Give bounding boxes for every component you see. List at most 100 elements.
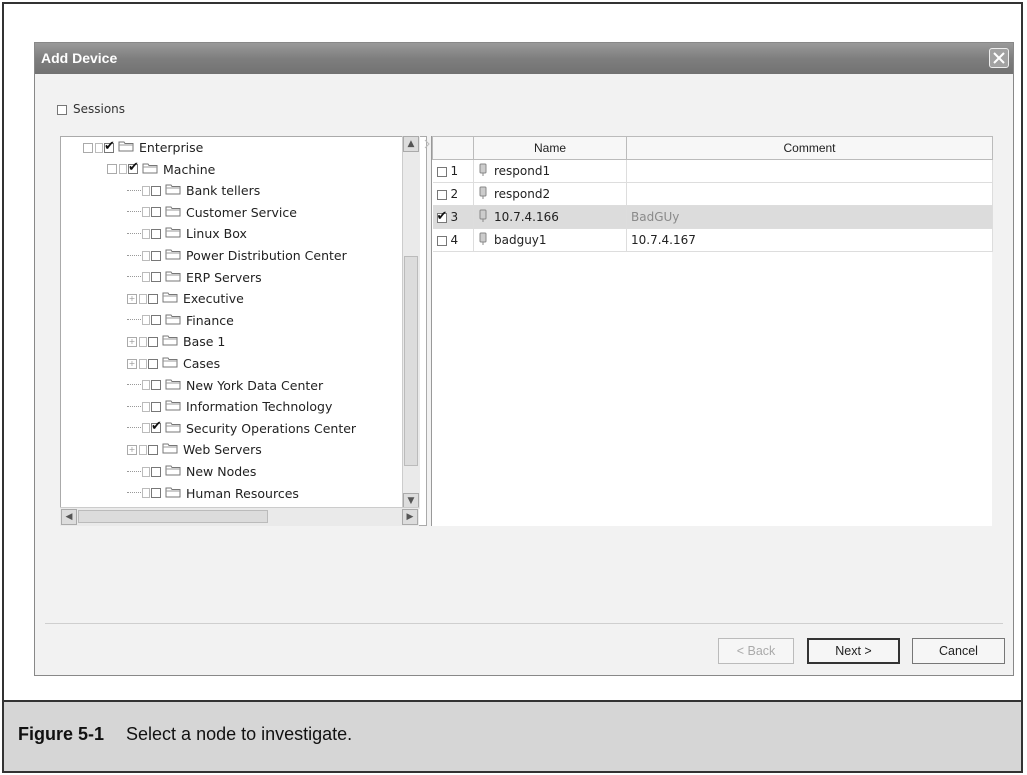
tree-item-checkbox[interactable]: ✔ [151, 420, 162, 434]
scroll-up-button[interactable]: ▲ [403, 136, 419, 152]
tree-state-icon [142, 401, 150, 412]
tree-item-checkbox[interactable]: ✔ [104, 140, 115, 153]
title-bar[interactable]: Add Device [35, 43, 1013, 74]
device-name: respond2 [494, 186, 551, 201]
tree-item[interactable]: Bank tellers [127, 180, 260, 201]
tree-item-checkbox[interactable] [148, 293, 158, 304]
expand-toggle-icon[interactable]: + [127, 444, 137, 455]
scroll-left-button[interactable]: ◀ [61, 509, 77, 525]
tree-item-label: Customer Service [186, 204, 297, 220]
grid-header-comment[interactable]: Comment [626, 136, 993, 160]
comment-cell[interactable] [626, 159, 993, 183]
tree-item-checkbox[interactable] [151, 228, 161, 239]
tree-connector [127, 319, 141, 321]
tree-item[interactable]: Human Resources [127, 483, 299, 504]
folder-icon [165, 183, 181, 198]
row-checkbox[interactable] [436, 235, 447, 246]
device-name: 10.7.4.166 [494, 209, 559, 224]
expand-toggle-icon[interactable]: + [127, 336, 137, 347]
tree-state-icon [142, 207, 150, 218]
tree-hscroll-thumb[interactable] [78, 510, 268, 523]
tree-item[interactable]: Finance [127, 310, 234, 331]
tree-item-checkbox[interactable] [151, 207, 161, 218]
scroll-right-button[interactable]: ▶ [402, 509, 418, 525]
tree-item-checkbox[interactable] [151, 315, 161, 326]
tree-item[interactable]: ✔ Machine [107, 159, 215, 180]
table-row[interactable]: ✔ 3 10.7.4.166 BadGUy [432, 205, 993, 229]
tree-horizontal-scrollbar[interactable]: ◀ ▶ [60, 507, 419, 526]
comment-cell[interactable]: BadGUy [626, 205, 993, 229]
tree-item-checkbox[interactable] [148, 336, 158, 347]
tree-item-checkbox[interactable] [151, 185, 161, 196]
back-button[interactable]: < Back [718, 638, 794, 664]
next-button[interactable]: Next > [807, 638, 900, 664]
sessions-label: Sessions [73, 102, 126, 116]
tree-item-label: New Nodes [186, 464, 257, 479]
tree-connector [127, 211, 141, 213]
row-select-cell[interactable]: 2 [432, 182, 474, 206]
tree-item-label: Human Resources [186, 485, 299, 501]
device-comment: 10.7.4.167 [631, 233, 696, 247]
tree-node-icon [83, 142, 93, 153]
tree-state-icon [139, 444, 147, 455]
row-checkbox[interactable] [436, 166, 447, 177]
tree-item[interactable]: Linux Box [127, 223, 247, 244]
folder-icon [118, 140, 134, 155]
row-number: 1 [450, 164, 459, 178]
close-button[interactable] [989, 48, 1009, 68]
cancel-button[interactable]: Cancel [912, 638, 1005, 664]
tree-item[interactable]: New Nodes [127, 461, 256, 482]
tree-state-icon [142, 272, 150, 283]
tree-scroll-thumb[interactable] [404, 256, 418, 466]
row-select-cell[interactable]: 4 [432, 228, 474, 252]
tree-item-checkbox[interactable] [151, 401, 161, 412]
tree-item[interactable]: + Web Servers [127, 439, 262, 460]
expand-toggle-icon[interactable]: + [127, 293, 137, 304]
tree-item[interactable]: Power Distribution Center [127, 245, 347, 266]
tree-vertical-scrollbar[interactable]: ▲ ▼ [402, 136, 420, 509]
row-select-cell[interactable]: ✔ 3 [432, 205, 474, 229]
dialog-title: Add Device [41, 50, 118, 66]
close-icon [993, 52, 1005, 64]
row-checkbox[interactable] [436, 189, 447, 200]
row-select-cell[interactable]: 1 [432, 159, 474, 183]
table-row[interactable]: 1 respond1 [432, 159, 993, 183]
row-checkbox[interactable]: ✔ [436, 210, 447, 223]
pane-splitter[interactable] [423, 136, 431, 526]
tree-item-checkbox[interactable] [151, 380, 161, 391]
tree-item[interactable]: + Cases [127, 353, 220, 374]
tree-state-icon [139, 358, 147, 369]
tree-connector [127, 232, 141, 235]
tree-item[interactable]: ✔ Security Operations Center [127, 418, 356, 439]
device-tree[interactable]: ✔ Enterprise ✔ Machine Bank tellers Customer … [60, 136, 427, 526]
tree-item-checkbox[interactable] [148, 358, 158, 369]
row-number: 4 [450, 233, 459, 247]
tree-item[interactable]: ERP Servers [127, 267, 262, 288]
tree-item-checkbox[interactable]: ✔ [128, 161, 139, 175]
sessions-option[interactable]: Sessions [57, 102, 125, 116]
tree-item-checkbox[interactable] [151, 488, 161, 499]
tree-item-checkbox[interactable] [148, 444, 158, 455]
add-device-dialog: Add Device Sessions ✔ Enterprise ✔ Machine B… [34, 42, 1014, 676]
tree-item[interactable]: ✔ Enterprise [83, 137, 203, 158]
expand-toggle-icon[interactable]: + [127, 358, 137, 369]
table-row[interactable]: 2 respond2 [432, 182, 993, 206]
tree-item[interactable]: Customer Service [127, 202, 297, 223]
folder-icon [142, 162, 158, 177]
tree-item-label: Finance [186, 312, 234, 328]
comment-cell[interactable]: 10.7.4.167 [626, 228, 993, 252]
tree-item-checkbox[interactable] [151, 466, 161, 477]
tree-item-checkbox[interactable] [151, 250, 161, 261]
tree-item-checkbox[interactable] [151, 272, 161, 283]
tree-item[interactable]: + Executive [127, 288, 244, 309]
tree-state-icon [142, 466, 150, 477]
comment-cell[interactable] [626, 182, 993, 206]
tree-item[interactable]: + Base 1 [127, 331, 225, 352]
sessions-checkbox[interactable] [57, 104, 67, 115]
tree-state-icon [142, 185, 150, 196]
table-row[interactable]: 4 badguy1 10.7.4.167 [432, 228, 993, 252]
tree-item-label: Power Distribution Center [186, 248, 347, 263]
tree-item[interactable]: New York Data Center [127, 375, 323, 396]
tree-item[interactable]: Information Technology [127, 396, 332, 417]
grid-header-name[interactable]: Name [473, 136, 627, 160]
